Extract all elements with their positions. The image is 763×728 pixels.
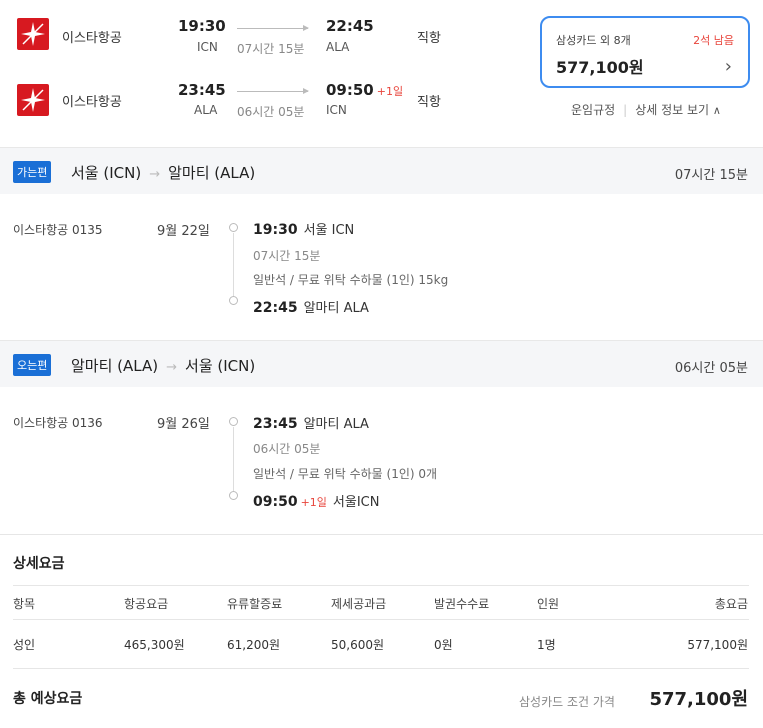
departure-time: 23:45: [253, 416, 298, 432]
next-day-badge: +1일: [300, 496, 327, 509]
fare-row-taxes: 50,600원: [331, 638, 385, 652]
arrival-info: 22:45 알마티 ALA: [253, 297, 369, 316]
timeline-line: [233, 427, 234, 491]
timeline-end-dot: [229, 491, 238, 500]
arrow-right-icon: →: [166, 360, 178, 375]
fare-rules-link[interactable]: 운임규정: [571, 103, 615, 117]
flight-number: 이스타항공 0135: [13, 223, 103, 237]
flight-date: 9월 22일: [157, 224, 210, 239]
fare-details-title: 상세요금: [13, 556, 65, 572]
departure-info: 23:45 알마티 ALA: [253, 413, 369, 432]
arrival-time: 09:50: [253, 494, 298, 510]
route-title: 서울 (ICN) → 알마티 (ALA): [71, 162, 255, 183]
arrival-time: 22:45: [326, 17, 374, 35]
details-toggle-link[interactable]: 상세 정보 보기 ∧: [635, 103, 721, 117]
section-duration: 07시간 15분: [674, 168, 748, 183]
section-duration: 06시간 05분: [674, 361, 748, 376]
table-header-line: [13, 619, 749, 620]
total-price: 577,100원: [649, 689, 748, 710]
flight-duration: 07시간 15분: [237, 42, 305, 56]
eastar-jet-logo: [17, 18, 49, 50]
route-from: 서울 (ICN): [71, 164, 142, 182]
flight-duration: 07시간 15분: [253, 249, 321, 263]
fare-row-passengers: 1명: [537, 638, 556, 652]
table-header-passengers: 인원: [537, 597, 560, 611]
departure-info: 19:30 서울 ICN: [253, 219, 354, 238]
timeline-line: [233, 233, 234, 296]
departure-airport: ALA: [194, 103, 218, 117]
route-arrow-icon: [237, 25, 309, 31]
departure-airport: ICN: [197, 40, 218, 54]
summary-outbound-row[interactable]: 이스타항공 19:30 ICN 07시간 15분 22:45 ALA 직항: [0, 14, 530, 64]
chevron-up-icon: ∧: [712, 104, 721, 117]
arrival-airport: ICN: [326, 103, 347, 117]
departure-time: 19:30: [178, 17, 226, 35]
fare-row-airfare: 465,300원: [124, 638, 185, 652]
card-discount-label: 삼성카드 외 8개: [556, 34, 631, 47]
route-arrow-icon: [237, 88, 309, 94]
departure-time: 23:45: [178, 81, 226, 99]
fare-row-total: 577,100원: [687, 638, 748, 652]
departure-time: 19:30: [253, 222, 298, 238]
route-to: 알마티 (ALA): [168, 164, 256, 182]
flight-summary: 이스타항공 19:30 ICN 07시간 15분 22:45 ALA 직항 이스…: [0, 0, 763, 147]
direct-label: 직항: [417, 31, 441, 46]
timeline-start-dot: [229, 223, 238, 232]
airline-name: 이스타항공: [62, 95, 122, 110]
outbound-section-header: 가는편 서울 (ICN) → 알마티 (ALA) 07시간 15분: [0, 147, 763, 194]
arrival-time-value: 09:50: [326, 81, 374, 99]
flight-duration: 06시간 05분: [253, 442, 321, 456]
seats-left-badge: 2석 남음: [693, 34, 734, 47]
fare-row-ticketing-fee: 0원: [434, 638, 453, 652]
table-header-fuel-surcharge: 유류할증료: [227, 597, 283, 611]
arrival-time: 22:45: [253, 300, 298, 316]
route-title: 알마티 (ALA) → 서울 (ICN): [71, 355, 255, 376]
timeline-start-dot: [229, 417, 238, 426]
flight-number: 이스타항공 0136: [13, 416, 103, 430]
outbound-badge: 가는편: [13, 161, 52, 183]
airline-name: 이스타항공: [62, 31, 122, 46]
table-top-line: [13, 585, 749, 586]
section-divider: [0, 534, 763, 535]
arrival-airport: ALA: [326, 40, 350, 54]
summary-inbound-row[interactable]: 이스타항공 23:45 ALA 06시간 05분 09:50 +1일 ICN 직항: [0, 78, 530, 128]
total-condition-label: 삼성카드 조건 가격: [519, 695, 615, 709]
flight-date: 9월 26일: [157, 417, 210, 432]
timeline-end-dot: [229, 296, 238, 305]
arrival-place: 알마티 ALA: [303, 301, 369, 316]
arrival-place: 서울ICN: [332, 495, 380, 510]
inbound-badge: 오는편: [13, 354, 52, 376]
details-toggle-label: 상세 정보 보기: [635, 103, 710, 117]
baggage-info: 일반석 / 무료 위탁 수하물 (1인) 0개: [253, 467, 438, 481]
outbound-detail: 이스타항공 0135 9월 22일 19:30 서울 ICN 07시간 15분 일…: [0, 194, 763, 340]
departure-place: 서울 ICN: [303, 223, 355, 238]
arrival-info: 09:50 +1일 서울ICN: [253, 491, 379, 510]
route-to: 서울 (ICN): [185, 357, 256, 375]
table-header-taxes: 제세공과금: [331, 597, 387, 611]
arrow-right-icon: →: [149, 167, 161, 182]
table-bottom-line: [13, 668, 749, 669]
route-from: 알마티 (ALA): [71, 357, 159, 375]
chevron-right-icon: ›: [724, 56, 732, 77]
inbound-detail: 이스타항공 0136 9월 26일 23:45 알마티 ALA 06시간 05분 …: [0, 387, 763, 534]
eastar-jet-logo: [17, 84, 49, 116]
price-value: 577,100원: [556, 58, 644, 77]
summary-links: 운임규정 | 상세 정보 보기 ∧: [571, 101, 721, 118]
departure-place: 알마티 ALA: [303, 417, 369, 432]
direct-label: 직항: [417, 95, 441, 110]
link-divider: |: [623, 103, 628, 117]
table-header-item: 항목: [13, 597, 36, 611]
next-day-badge: +1일: [376, 85, 404, 98]
table-header-total: 총요금: [714, 597, 748, 611]
inbound-section-header: 오는편 알마티 (ALA) → 서울 (ICN) 06시간 05분: [0, 340, 763, 387]
flight-duration: 06시간 05분: [237, 105, 305, 119]
total-estimated-label: 총 예상요금: [13, 691, 83, 707]
arrival-time: 09:50 +1일: [326, 81, 403, 99]
table-header-ticketing-fee: 발권수수료: [434, 597, 490, 611]
baggage-info: 일반석 / 무료 위탁 수하물 (1인) 15kg: [253, 273, 449, 287]
fare-row-type: 성인: [13, 638, 36, 652]
price-select-box[interactable]: 삼성카드 외 8개 2석 남음 577,100원 ›: [540, 16, 750, 88]
fare-row-fuel-surcharge: 61,200원: [227, 638, 281, 652]
table-header-airfare: 항공요금: [124, 597, 169, 611]
